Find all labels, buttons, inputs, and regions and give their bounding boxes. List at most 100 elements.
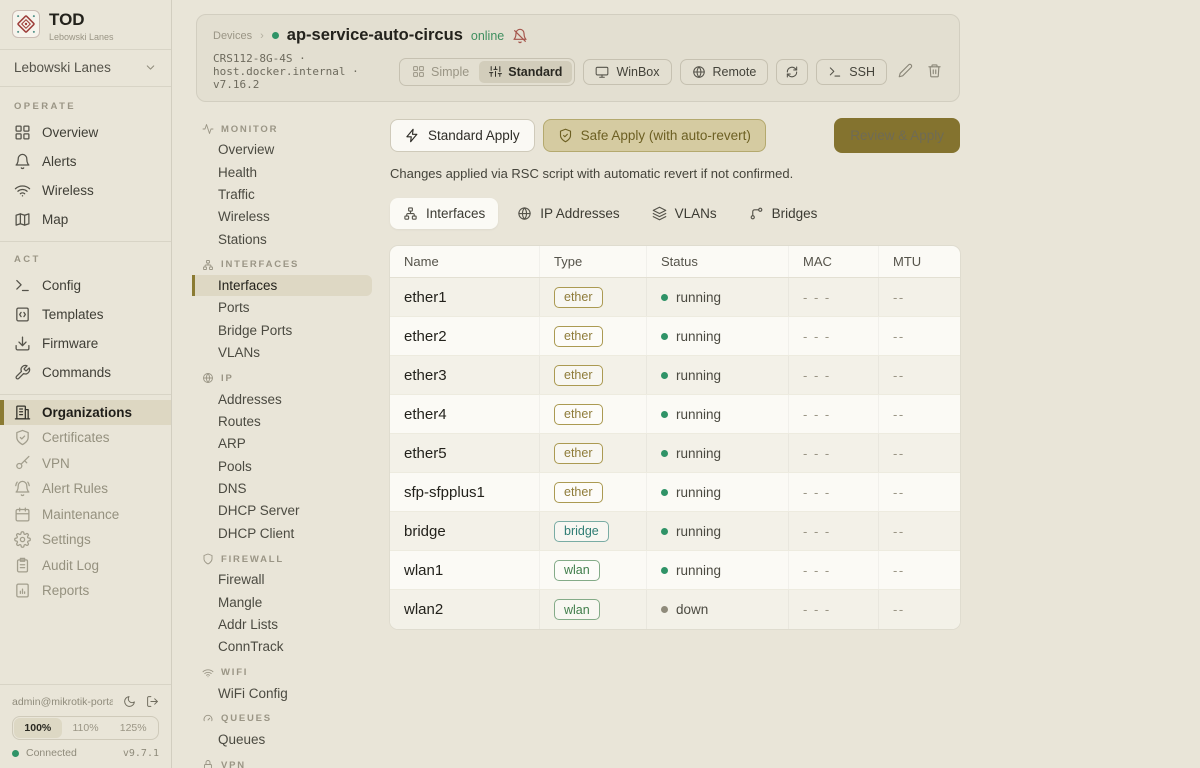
tab-label: IP Addresses (540, 206, 619, 221)
device-nav-item-dhcp-server[interactable]: DHCP Server (192, 500, 372, 521)
device-nav-item-dhcp-client[interactable]: DHCP Client (192, 523, 372, 544)
device-nav-item-pools[interactable]: Pools (192, 456, 372, 477)
status-label: running (676, 563, 721, 578)
cell-name: wlan1 (390, 551, 539, 589)
remote-button[interactable]: Remote (680, 59, 769, 85)
sidebar-item-certificates[interactable]: Certificates (0, 425, 171, 451)
tab-vlans[interactable]: VLANs (639, 198, 730, 229)
device-nav: MONITOROverviewHealthTrafficWirelessStat… (172, 102, 390, 768)
org-selector[interactable]: Lebowski Lanes (0, 49, 171, 87)
breadcrumb[interactable]: Devices (213, 30, 252, 42)
table-row-ether5[interactable]: ether5etherrunning- - --- (390, 434, 960, 473)
device-nav-item-wifi-config[interactable]: WiFi Config (192, 683, 372, 704)
table-row-ether3[interactable]: ether3etherrunning- - --- (390, 356, 960, 395)
device-nav-item-vlans[interactable]: VLANs (192, 342, 372, 363)
device-nav-item-wireless[interactable]: Wireless (192, 206, 372, 227)
monitor-icon (595, 65, 609, 79)
table-row-wlan1[interactable]: wlan1wlanrunning- - --- (390, 551, 960, 590)
table-row-ether2[interactable]: ether2etherrunning- - --- (390, 317, 960, 356)
sidebar-item-templates[interactable]: Templates (0, 300, 171, 329)
device-nav-item-ports[interactable]: Ports (192, 297, 372, 318)
device-nav-item-interfaces[interactable]: Interfaces (192, 275, 372, 296)
interfaces-table: NameTypeStatusMACMTU ether1etherrunning-… (390, 246, 960, 629)
table-row-wlan2[interactable]: wlan2wlandown- - --- (390, 590, 960, 629)
device-nav-item-addresses[interactable]: Addresses (192, 388, 372, 409)
sidebar-item-label: Maintenance (42, 507, 119, 522)
sidebar-item-label: Organizations (42, 405, 132, 420)
brand-block: TOD Lebowski Lanes (0, 0, 171, 49)
edit-button[interactable] (895, 60, 916, 84)
view-mode-standard[interactable]: Standard (479, 61, 572, 83)
tab-interfaces[interactable]: Interfaces (390, 198, 498, 229)
column-header-mtu: MTU (878, 246, 960, 277)
pencil-icon (898, 63, 913, 78)
device-nav-item-dns[interactable]: DNS (192, 478, 372, 499)
sidebar-item-vpn[interactable]: VPN (0, 451, 171, 477)
notifications-muted-icon[interactable] (512, 28, 528, 44)
cell-mtu: -- (878, 590, 960, 629)
sliders-icon (489, 65, 502, 78)
cell-status: running (646, 317, 788, 355)
logout-icon[interactable] (146, 695, 159, 708)
sidebar-item-maintenance[interactable]: Maintenance (0, 502, 171, 528)
device-nav-item-routes[interactable]: Routes (192, 411, 372, 432)
device-nav-item-stations[interactable]: Stations (192, 229, 372, 250)
review-apply-button[interactable]: Review & Apply (834, 118, 960, 153)
device-nav-item-firewall[interactable]: Firewall (192, 569, 372, 590)
device-nav-item-addr-lists[interactable]: Addr Lists (192, 614, 372, 635)
cell-name: ether4 (390, 395, 539, 433)
device-nav-item-arp[interactable]: ARP (192, 433, 372, 454)
apply-bar: Standard Apply Safe Apply (with auto-rev… (390, 118, 960, 153)
refresh-button[interactable] (776, 59, 808, 85)
sidebar-footer: admin@mikrotik-portal.dev 100%110%125% C… (0, 684, 171, 768)
ui-zoom-control: 100%110%125% (12, 716, 159, 740)
view-mode-label: Standard (508, 65, 562, 79)
table-row-ether1[interactable]: ether1etherrunning- - --- (390, 278, 960, 317)
content-area: Devices › ap-service-auto-circus online … (172, 0, 1200, 768)
connection-dot (12, 750, 19, 757)
device-nav-item-bridge-ports[interactable]: Bridge Ports (192, 320, 372, 341)
sidebar-item-alert-rules[interactable]: Alert Rules (0, 476, 171, 502)
device-meta: CRS112-8G-4S · host.docker.internal · v7… (213, 52, 399, 91)
view-mode-toggle: Simple Standard (399, 58, 575, 86)
safe-apply-button[interactable]: Safe Apply (with auto-revert) (543, 119, 766, 152)
sidebar-item-settings[interactable]: Settings (0, 527, 171, 553)
device-nav-item-overview[interactable]: Overview (192, 139, 372, 160)
status-dot (661, 528, 668, 535)
sidebar-item-audit-log[interactable]: Audit Log (0, 553, 171, 579)
sidebar-item-alerts[interactable]: Alerts (0, 147, 171, 176)
device-nav-item-health[interactable]: Health (192, 161, 372, 182)
ui-zoom-110[interactable]: 110% (62, 718, 110, 738)
status-dot (661, 372, 668, 379)
view-mode-simple[interactable]: Simple (402, 61, 479, 83)
sidebar-item-firmware[interactable]: Firmware (0, 329, 171, 358)
sidebar-item-organizations[interactable]: Organizations (0, 400, 171, 426)
delete-button[interactable] (924, 60, 945, 84)
sidebar-item-map[interactable]: Map (0, 205, 171, 234)
ui-zoom-125[interactable]: 125% (109, 718, 157, 738)
ui-zoom-100[interactable]: 100% (14, 718, 62, 738)
cell-status: running (646, 395, 788, 433)
device-name: ap-service-auto-circus (287, 26, 463, 45)
standard-apply-button[interactable]: Standard Apply (390, 119, 535, 152)
device-nav-item-traffic[interactable]: Traffic (192, 184, 372, 205)
sidebar-item-config[interactable]: Config (0, 271, 171, 300)
table-row-sfp-sfpplus1[interactable]: sfp-sfpplus1etherrunning- - --- (390, 473, 960, 512)
sidebar-item-commands[interactable]: Commands (0, 358, 171, 387)
table-row-ether4[interactable]: ether4etherrunning- - --- (390, 395, 960, 434)
table-row-bridge[interactable]: bridgebridgerunning- - --- (390, 512, 960, 551)
theme-moon-icon[interactable] (123, 695, 136, 708)
device-nav-item-queues[interactable]: Queues (192, 729, 372, 750)
device-nav-item-conntrack[interactable]: ConnTrack (192, 636, 372, 657)
cell-name: ether3 (390, 356, 539, 394)
ssh-button[interactable]: SSH (816, 59, 887, 85)
sidebar-item-reports[interactable]: Reports (0, 578, 171, 604)
sidebar-item-overview[interactable]: Overview (0, 118, 171, 147)
cell-type: wlan (539, 551, 646, 589)
device-nav-item-mangle[interactable]: Mangle (192, 591, 372, 612)
winbox-button[interactable]: WinBox (583, 59, 671, 85)
tab-ip-addresses[interactable]: IP Addresses (504, 198, 632, 229)
tab-bridges[interactable]: Bridges (736, 198, 831, 229)
status-dot (661, 294, 668, 301)
sidebar-item-wireless[interactable]: Wireless (0, 176, 171, 205)
